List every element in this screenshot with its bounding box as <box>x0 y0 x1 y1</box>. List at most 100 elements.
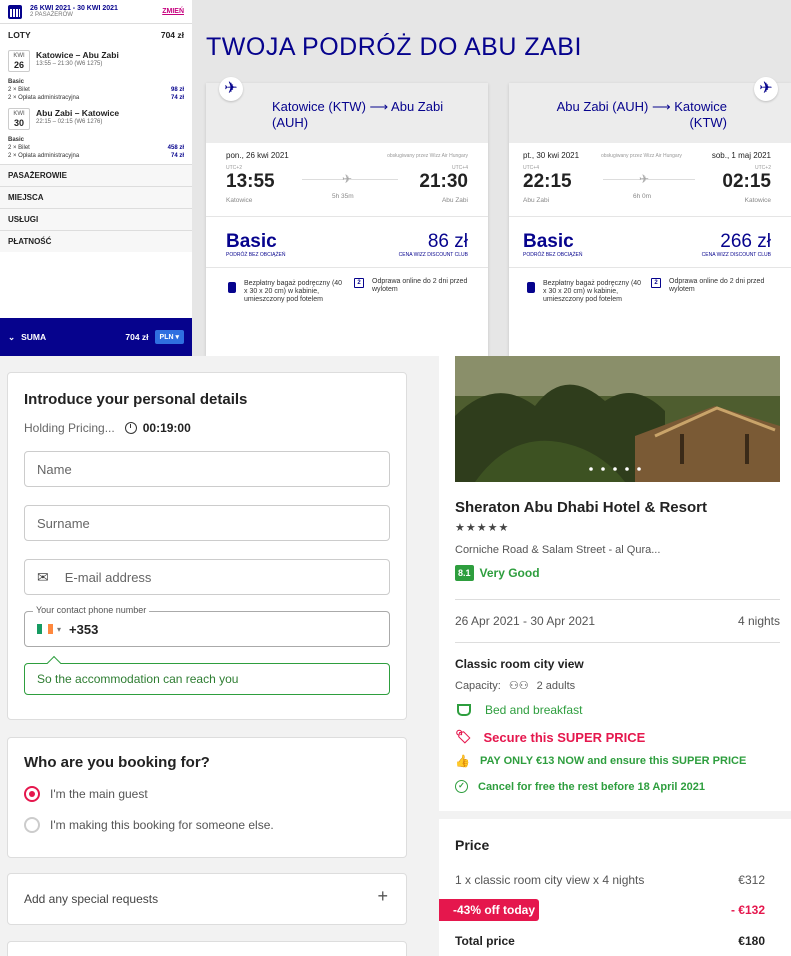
calendar-icon: 2 <box>651 278 661 288</box>
cancel-row: ✓ Cancel for free the rest before 18 Apr… <box>455 780 705 793</box>
passenger-count: 2 PASAŻERÓW <box>30 12 73 18</box>
flight-summary-section: 26 KWI 2021 - 30 KWI 2021 2 PASAŻERÓW ZM… <box>0 0 791 356</box>
capacity-label: Capacity: <box>455 679 501 692</box>
leg-route: Abu Zabi – Katowice <box>36 108 120 118</box>
shield-check-icon: ✓ <box>455 780 468 793</box>
operator: obsługiwany przez Wizz Air Hungary <box>387 153 468 159</box>
secure-price-row: 🏷 Secure this SUPER PRICE <box>455 729 645 745</box>
panel-title: Introduce your personal details <box>24 391 248 408</box>
cancel-text: Cancel for free the rest before 18 April… <box>478 780 706 793</box>
arrival-time: 02:15 <box>722 171 771 192</box>
holding-label: Holding Pricing... <box>24 421 115 435</box>
special-requests-label: Add any special requests <box>24 892 159 906</box>
checkin-info: Odprawa online do 2 dni przed wylotem <box>669 278 765 293</box>
leg-date-badge: KWI 26 <box>8 50 30 72</box>
phone-code[interactable]: +353 <box>69 622 98 637</box>
section-payment[interactable]: PŁATNOŚĆ <box>0 230 192 252</box>
stay-dates-row: 26 Apr 2021 - 30 Apr 2021 4 nights <box>455 614 780 628</box>
surname-input[interactable] <box>37 515 377 531</box>
ireland-flag-icon[interactable] <box>37 624 53 634</box>
price-line-amount: €312 <box>738 873 765 887</box>
name-input[interactable] <box>37 461 377 477</box>
hotel-name[interactable]: Sheraton Abu Dhabi Hotel & Resort <box>455 499 707 516</box>
special-requests-panel[interactable]: Add any special requests + <box>7 873 407 925</box>
currency-select[interactable]: PLN ▾ <box>154 330 184 344</box>
arrival-city: Katowice <box>744 197 771 204</box>
section-seats[interactable]: MIEJSCA <box>0 186 192 208</box>
stay-dates: 26 Apr 2021 - 30 Apr 2021 <box>455 614 596 628</box>
coffee-cup-icon <box>457 704 471 716</box>
leg-outbound: KWI 26 Katowice – Abu Zabi 13:55 – 21:30 … <box>0 50 192 102</box>
flight-title: Abu Zabi (AUH) ⟶ Katowice (KTW) <box>556 99 727 130</box>
total-bar[interactable]: ⌄ SUMA 704 zł PLN ▾ <box>0 318 192 356</box>
hotel-photo-image <box>455 356 780 482</box>
total-price-amount: €180 <box>738 934 765 948</box>
bag-icon <box>527 282 535 293</box>
stay-nights: 4 nights <box>737 614 780 628</box>
divider <box>455 599 780 600</box>
plane-icon: ✈ <box>639 172 650 186</box>
flights-total: 704 zł <box>160 30 184 40</box>
fare-subtitle: PODRÓŻ BEZ OBCIĄŻEŃ <box>523 252 583 258</box>
tag-icon: 🏷 <box>455 729 472 744</box>
section-passengers[interactable]: PASAŻEROWIE <box>0 164 192 186</box>
leg-return: KWI 30 Abu Zabi – Katowice 22:15 – 02:15 … <box>0 108 192 160</box>
radio-label: I'm the main guest <box>50 787 148 801</box>
divider <box>455 642 780 643</box>
change-link[interactable]: ZMIEŃ <box>162 8 184 15</box>
email-input[interactable] <box>64 569 377 585</box>
radio-main-guest[interactable]: I'm the main guest <box>24 786 148 802</box>
clock-icon <box>124 422 137 434</box>
fare-name: Basic <box>523 231 574 252</box>
calendar-icon <box>8 4 22 19</box>
hotel-address: Corniche Road & Salam Street - al Qura..… <box>455 544 661 556</box>
countdown-timer: 00:19:00 <box>142 421 191 435</box>
calendar-icon: 2 <box>354 278 364 288</box>
room-name: Classic room city view <box>455 657 584 671</box>
flight-title: Katowice (KTW) ⟶ Abu Zabi (AUH) <box>272 99 444 130</box>
fare-price: 266 zł <box>720 231 771 252</box>
name-field[interactable] <box>24 451 390 487</box>
total-label: SUMA <box>21 332 47 342</box>
flight-card-return: ✈ Abu Zabi (AUH) ⟶ Katowice (KTW) pt., 3… <box>509 77 791 356</box>
panel-title: Who are you booking for? <box>24 754 210 771</box>
hotel-photo[interactable] <box>455 356 780 482</box>
section-services[interactable]: USŁUGI <box>0 208 192 230</box>
board-row: Bed and breakfast <box>455 703 582 717</box>
page-title: TWOJA PODRÓŻ DO ABU ZABI <box>206 33 582 61</box>
surname-field[interactable] <box>24 505 390 541</box>
rating-text: Very Good <box>479 566 540 580</box>
bag-info: Bezpłatny bagaż podręczny (40 x 30 x 20 … <box>244 280 343 303</box>
rating-badge: 8.1 <box>455 565 474 581</box>
radio-unchecked-icon[interactable] <box>24 817 40 833</box>
country-dropdown-icon[interactable]: ▾ <box>57 625 61 634</box>
leg-route: Katowice – Abu Zabi <box>36 50 119 60</box>
thumbs-up-icon: 👍 <box>455 754 470 768</box>
email-field[interactable]: ✉ <box>24 559 390 595</box>
chevron-down-icon: ⌄ <box>8 331 16 342</box>
leg-time: 13:55 – 21:30 (W6 1275) <box>36 61 103 67</box>
bag-icon <box>228 282 236 293</box>
plus-icon[interactable]: + <box>377 886 388 907</box>
arrival-time: 21:30 <box>419 171 468 192</box>
phone-field[interactable]: Your contact phone number ▾ +353 <box>24 605 390 647</box>
envelope-icon: ✉ <box>37 568 49 585</box>
discount-badge: -43% off today <box>439 899 539 921</box>
departure-city: Abu Zabi <box>523 197 550 204</box>
booking-for-panel: Who are you booking for? I'm the main gu… <box>7 737 407 858</box>
leg-date-badge: KWI 30 <box>8 108 30 130</box>
departure-time: 22:15 <box>523 171 572 192</box>
departure-date: pon., 26 kwi 2021 <box>226 151 289 160</box>
trip-dates-bar: 26 KWI 2021 - 30 KWI 2021 2 PASAŻERÓW ZM… <box>0 0 192 24</box>
next-panel <box>7 941 407 956</box>
booking-sidebar: 26 KWI 2021 - 30 KWI 2021 2 PASAŻERÓW ZM… <box>0 0 192 356</box>
tooltip-text: So the accommodation can reach you <box>37 672 239 686</box>
price-title: Price <box>455 837 490 853</box>
price-line-label: 1 x classic room city view x 4 nights <box>455 873 645 887</box>
secure-text: Secure this SUPER PRICE <box>483 729 646 745</box>
radio-someone-else[interactable]: I'm making this booking for someone else… <box>24 817 274 833</box>
plane-icon: ✈ <box>754 77 778 101</box>
flights-label: LOTY <box>8 30 31 40</box>
fare-price: 86 zł <box>427 231 468 252</box>
radio-checked-icon[interactable] <box>24 786 40 802</box>
